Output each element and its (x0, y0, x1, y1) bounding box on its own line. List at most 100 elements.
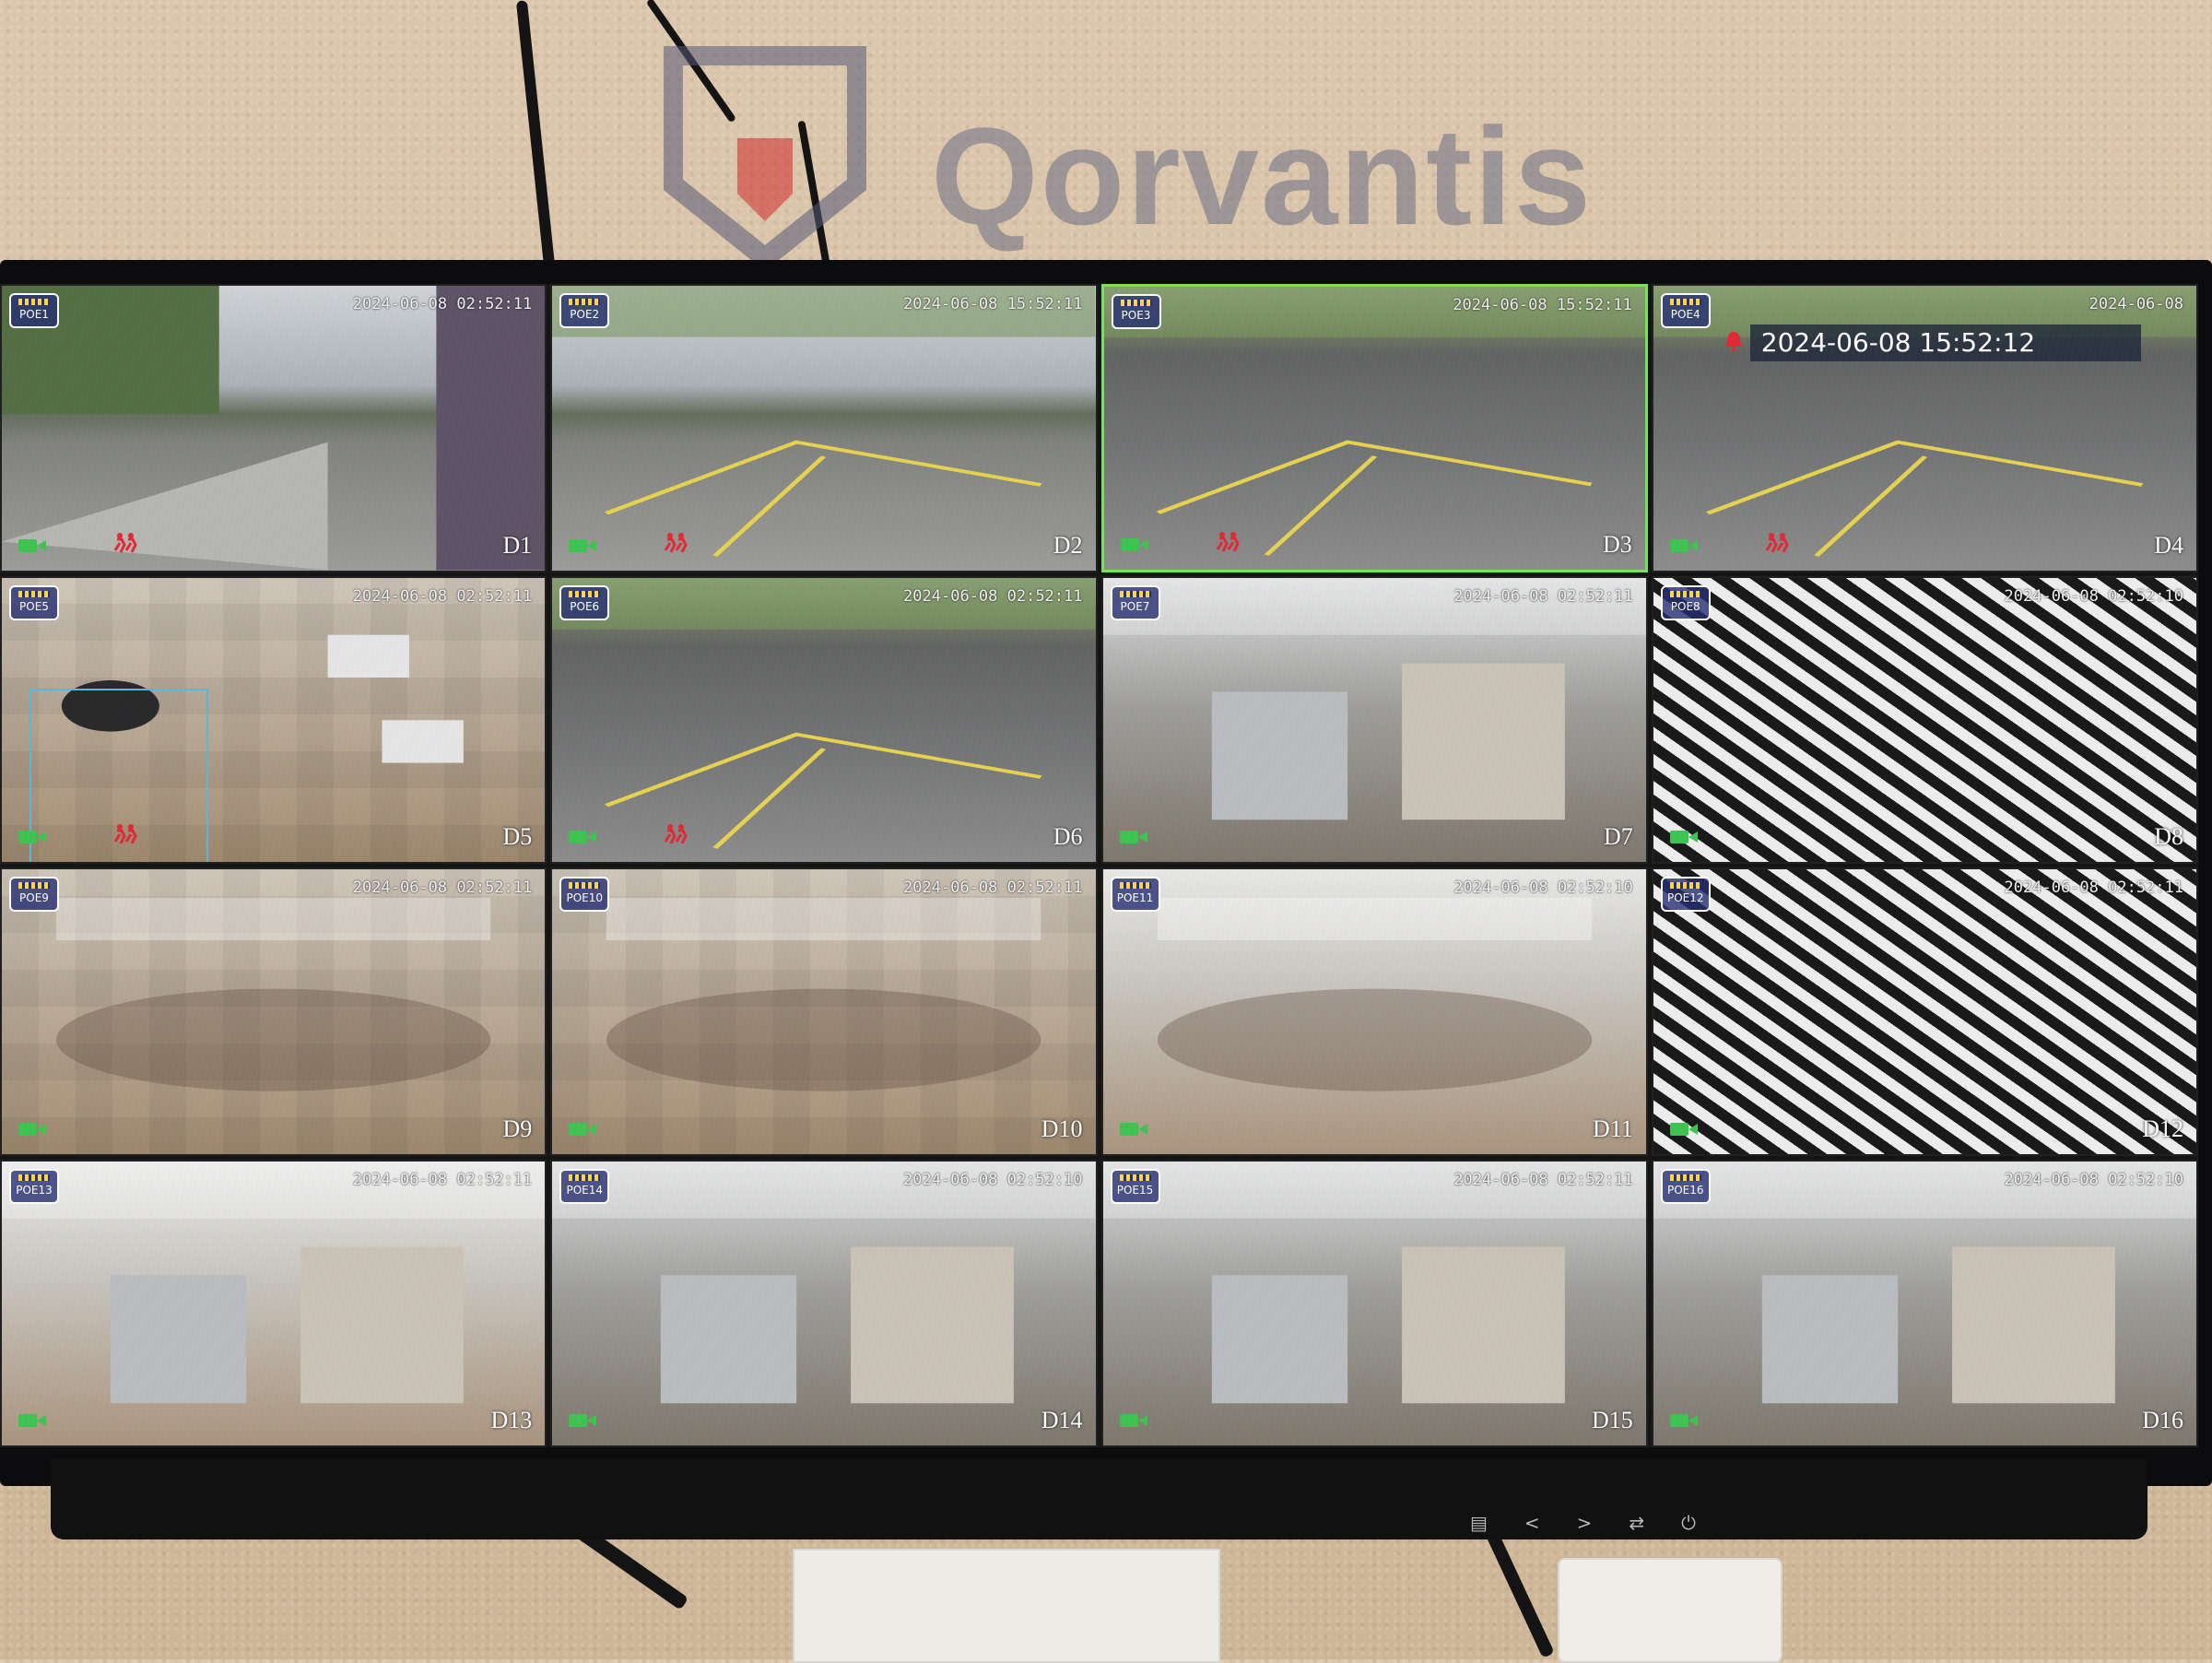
poe-badge: POE15 (1110, 1168, 1160, 1204)
channel-label: D9 (502, 1115, 533, 1142)
camera-recording-icon (18, 537, 46, 554)
menu-button[interactable]: ▤ (1470, 1512, 1488, 1534)
channel-label: D11 (1592, 1115, 1633, 1142)
camera-recording-icon (569, 1412, 597, 1429)
camera-recording-icon (18, 1121, 46, 1138)
camera-recording-icon (1669, 537, 1698, 554)
channel-label: D14 (1041, 1407, 1083, 1433)
camera-timestamp: 2024-06-08 02:52:11 (1453, 1170, 1633, 1189)
channel-label: D15 (1591, 1407, 1633, 1433)
camera-timestamp: 2024-06-08 02:52:11 (352, 586, 533, 606)
motion-alert-icon (1764, 532, 1790, 554)
motion-alert-icon (663, 532, 688, 554)
camera-feed-image (1103, 287, 1645, 570)
channel-label: D4 (2154, 531, 2183, 559)
channel-label: D13 (490, 1407, 533, 1433)
camera-tile[interactable]: POE10 2024-06-08 02:52:11 D10 (550, 867, 1098, 1156)
camera-tile[interactable]: POE4 2024-06-08 2024-06-08 15:52:12 D4 (1651, 284, 2198, 572)
monitor-frame: POE1 2024-06-08 02:52:11 D1 POE2 2024-06-08 … (0, 260, 2212, 1486)
camera-tile[interactable]: POE2 2024-06-08 15:52:11 D2 (550, 284, 1098, 572)
poe-badge: POE16 (1660, 1168, 1711, 1204)
camera-tile[interactable]: POE15 2024-06-08 02:52:11 D15 (1100, 1159, 1648, 1447)
motion-alert-icon (112, 823, 138, 845)
camera-feed-image (552, 869, 1095, 1154)
poe-badge: POE1 (9, 293, 59, 328)
camera-tile[interactable]: POE9 2024-06-08 02:52:11 D9 (0, 867, 547, 1156)
camera-tile[interactable]: POE7 2024-06-08 02:52:11 D7 (1100, 575, 1648, 864)
camera-recording-icon (18, 1412, 46, 1429)
alarm-bell-icon (1724, 330, 1744, 352)
camera-feed-image (1653, 869, 2196, 1154)
camera-recording-icon (1669, 1121, 1698, 1138)
camera-tile[interactable]: POE16 2024-06-08 02:52:10 D16 (1651, 1159, 2198, 1447)
left-button[interactable]: < (1524, 1512, 1540, 1534)
camera-timestamp: 2024-06-08 02:52:11 (352, 879, 533, 897)
camera-tile[interactable]: POE11 2024-06-08 02:52:10 D11 (1100, 867, 1648, 1156)
poe-badge: POE3 (1111, 294, 1161, 329)
poe-badge: POE12 (1660, 877, 1711, 912)
camera-timestamp: 2024-06-08 02:52:11 (903, 586, 1083, 606)
watermark-logo: Qorvantis (663, 45, 1591, 277)
poe-badge: POE5 (9, 584, 59, 620)
poe-badge: POE11 (1110, 877, 1160, 912)
camera-recording-icon (569, 537, 597, 554)
camera-tile[interactable]: POE5 2024-06-08 02:52:11 D5 (0, 575, 547, 864)
camera-timestamp: 2024-06-08 02:52:11 (903, 879, 1083, 897)
camera-timestamp: 2024-06-08 02:52:10 (1453, 879, 1633, 897)
camera-timestamp: 2024-06-08 15:52:11 (1453, 296, 1632, 314)
poe-badge: POE2 (559, 293, 610, 328)
input-button[interactable]: ⇄ (1629, 1512, 1644, 1534)
wall-outlet-plate (793, 1549, 1220, 1663)
poe-badge: POE10 (559, 877, 610, 912)
shield-logo-icon (663, 45, 867, 272)
channel-label: D3 (1602, 530, 1632, 558)
camera-feed-image (1102, 1161, 1646, 1446)
channel-label: D2 (1053, 531, 1083, 559)
playback-timestamp: 2024-06-08 15:52:12 (1749, 324, 2141, 361)
motion-alert-icon (663, 823, 688, 845)
poe-badge: POE9 (9, 877, 59, 912)
motion-alert-icon (112, 532, 138, 554)
poe-badge: POE6 (559, 584, 610, 620)
monitor-buttons: ▤ < > ⇄ ⏻ (1470, 1512, 1696, 1534)
wall-outlet-plate (1558, 1558, 1783, 1663)
camera-feed-image (552, 286, 1096, 571)
camera-recording-icon (1119, 1412, 1147, 1429)
camera-feed-image (552, 577, 1096, 863)
camera-recording-icon (1669, 1412, 1698, 1429)
wall-cable (515, 0, 556, 267)
poe-badge: POE7 (1110, 584, 1160, 620)
poe-badge: POE8 (1660, 584, 1711, 620)
monitor-bezel (51, 1458, 2147, 1539)
poe-badge: POE14 (559, 1168, 610, 1204)
channel-label: D7 (1603, 823, 1633, 850)
camera-recording-icon (1669, 829, 1698, 845)
camera-recording-icon (18, 829, 46, 845)
camera-feed-image (1653, 1161, 2196, 1446)
camera-tile[interactable]: POE6 2024-06-08 02:52:11 D6 (550, 575, 1098, 864)
camera-feed-image (552, 1161, 1096, 1446)
camera-timestamp: 2024-06-08 (2088, 295, 2183, 313)
camera-feed-image (2, 869, 545, 1154)
wall-cable (1484, 1527, 1555, 1658)
camera-timestamp: 2024-06-08 15:52:11 (903, 295, 1083, 313)
camera-tile[interactable]: POE3 2024-06-08 15:52:11 D3 (1100, 284, 1648, 572)
camera-recording-icon (1119, 1121, 1147, 1138)
camera-recording-icon (1119, 829, 1147, 845)
camera-tile[interactable]: POE1 2024-06-08 02:52:11 D1 (0, 284, 547, 572)
poe-badge: POE13 (9, 1168, 59, 1204)
poe-badge: POE4 (1660, 293, 1711, 328)
camera-feed-image (1102, 577, 1646, 863)
camera-tile[interactable]: POE13 2024-06-08 02:52:11 D13 (0, 1159, 547, 1447)
channel-label: D16 (2142, 1407, 2183, 1433)
camera-feed-image (2, 286, 546, 571)
power-button[interactable]: ⏻ (1681, 1512, 1696, 1534)
right-button[interactable]: > (1577, 1512, 1593, 1534)
camera-timestamp: 2024-06-08 02:52:11 (2004, 879, 2183, 897)
motion-alert-icon (1215, 531, 1241, 553)
watermark-text: Qorvantis (931, 99, 1594, 254)
camera-tile[interactable]: POE8 2024-06-08 02:52:10 D8 (1651, 575, 2198, 864)
camera-tile[interactable]: POE14 2024-06-08 02:52:10 D14 (550, 1159, 1098, 1447)
camera-tile[interactable]: POE12 2024-06-08 02:52:11 D12 (1651, 867, 2198, 1156)
camera-timestamp: 2024-06-08 02:52:10 (2004, 1170, 2183, 1189)
